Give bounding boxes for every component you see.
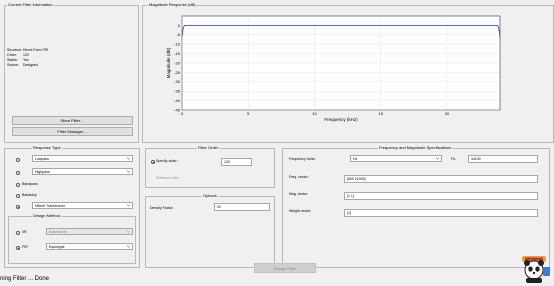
freq-vector-label: Freq. vector:: [289, 175, 309, 179]
source-key: Source:: [7, 63, 20, 67]
freq-mag-title: Frequency and Magnitude Specifications: [378, 145, 453, 150]
highpass-radio[interactable]: [16, 171, 20, 175]
y-tick-label: -15: [174, 51, 181, 56]
transformer-radio[interactable]: [16, 205, 20, 209]
weight-vector-input[interactable]: [1]: [344, 209, 538, 217]
fir-select[interactable]: Equiripple: [46, 243, 133, 250]
y-tick-label: -25: [174, 70, 181, 75]
store-filter-button[interactable]: Store Filter ...: [12, 116, 133, 125]
chevron-down-icon: [436, 157, 439, 160]
response-type-title: Response Type: [32, 145, 62, 150]
iir-radio[interactable]: [16, 231, 20, 235]
freq-vector-input[interactable]: [600 21900]: [344, 175, 538, 183]
order-input[interactable]: 120: [221, 158, 252, 166]
source-value: Designed: [23, 63, 38, 67]
chevron-down-icon: [127, 230, 130, 233]
design-method-panel: [8, 216, 136, 264]
chevron-down-icon: [127, 245, 130, 248]
mag-vector-input[interactable]: [1 1]: [344, 192, 538, 200]
y-tick-label: -5: [176, 32, 180, 37]
minimum-order-label: Minimum order: [156, 176, 180, 180]
fir-radio[interactable]: [16, 246, 20, 250]
iir-label: IIR: [22, 230, 27, 234]
bandstop-label: Bandstop: [22, 193, 37, 197]
lowpass-select[interactable]: Lowpass: [32, 155, 133, 162]
specify-order-radio[interactable]: [151, 160, 155, 164]
x-tick-label: 15: [379, 111, 384, 116]
y-axis-label: Magnitude (dB): [166, 47, 171, 78]
fs-label: Fs:: [451, 157, 456, 161]
x-axis-label: Frequency (kHz): [324, 117, 358, 122]
mag-vector-label: Mag. vector:: [289, 192, 309, 196]
bandpass-label: Bandpass: [22, 182, 38, 186]
y-tick-label: 0: [178, 23, 181, 28]
current-filter-title: Current Filter Information: [7, 2, 54, 7]
density-input[interactable]: 20: [214, 203, 270, 211]
transformer-select[interactable]: Hilbert Transformer: [32, 202, 133, 209]
fir-label: FIR: [22, 245, 28, 249]
design-method-title: Design Method: [32, 213, 61, 218]
x-tick-label: 5: [247, 111, 250, 116]
y-tick-label: -10: [174, 42, 181, 47]
y-tick-label: -20: [174, 60, 181, 65]
filter-manager-button[interactable]: Filter Manager ...: [12, 127, 133, 136]
y-tick-label: -45: [174, 107, 181, 112]
options-title: Options: [202, 193, 218, 198]
y-tick-label: -35: [174, 89, 181, 94]
freq-mag-panel: [282, 148, 550, 268]
specify-order-label: Specify order:: [156, 159, 178, 163]
iir-select[interactable]: Butterworth: [46, 228, 133, 235]
highpass-select[interactable]: Highpass: [32, 168, 133, 175]
y-tick-label: -40: [174, 98, 181, 103]
density-label: Density Factor:: [150, 206, 174, 210]
x-tick-label: 0: [181, 111, 184, 116]
y-tick-label: -30: [174, 79, 181, 84]
filter-order-title: Filter Order: [197, 145, 220, 150]
chevron-down-icon: [127, 157, 130, 160]
magnitude-chart: 0 5 10 15 20 0 -5 -10 -15 -20 -25 -30 -35 -40 -45 Frequ…: [166, 15, 501, 122]
units-label: Frequency Units:: [289, 157, 316, 161]
chevron-down-icon: [127, 204, 130, 207]
design-filter-button[interactable]: Design Filter: [254, 263, 316, 273]
x-tick-label: 20: [445, 111, 450, 116]
panda-mascot-icon: [522, 256, 550, 283]
units-select[interactable]: Hz: [350, 155, 442, 162]
fs-input[interactable]: 44100: [468, 155, 538, 163]
status-text: ning Filter ... Done: [0, 276, 50, 282]
bandstop-radio[interactable]: [16, 194, 20, 198]
chevron-down-icon: [127, 170, 130, 173]
x-tick-label: 10: [312, 111, 317, 116]
lowpass-radio[interactable]: [16, 158, 20, 162]
filter-order-panel: [145, 148, 275, 188]
bandpass-radio[interactable]: [16, 183, 20, 187]
weight-vector-label: Weight vector:: [289, 209, 312, 213]
